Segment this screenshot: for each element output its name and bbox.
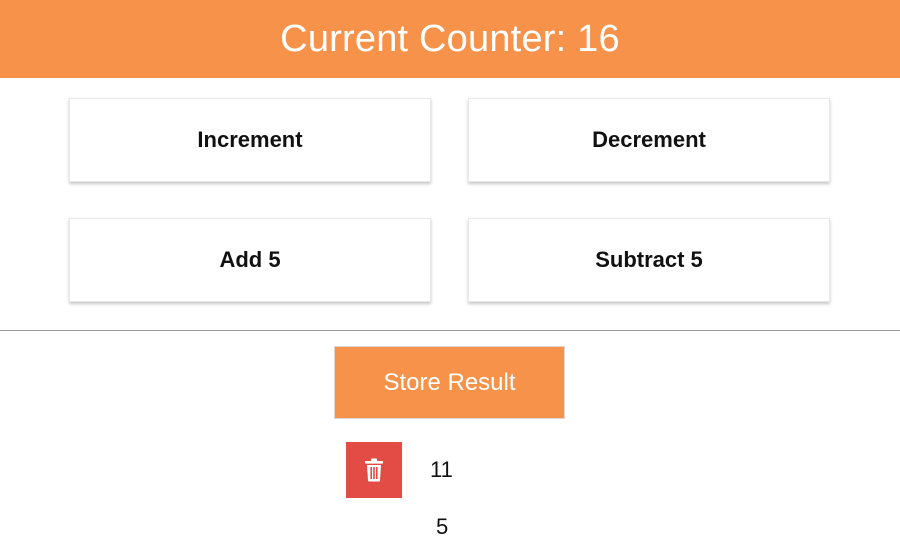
subtract-5-button[interactable]: Subtract 5 [468, 218, 830, 302]
counter-header: Current Counter: 16 [0, 0, 900, 78]
result-item: 5 [0, 499, 900, 555]
increment-button[interactable]: Increment [69, 98, 431, 182]
result-value: 11 [430, 457, 453, 482]
add-5-button[interactable]: Add 5 [69, 218, 431, 302]
result-item: 11 [0, 442, 900, 498]
store-result-button[interactable]: Store Result [334, 346, 565, 419]
result-value: 5 [436, 514, 449, 539]
counter-title: Current Counter: 16 [280, 17, 620, 60]
trash-icon [365, 458, 383, 482]
divider [0, 330, 900, 331]
delete-result-button[interactable] [346, 442, 402, 498]
decrement-button[interactable]: Decrement [468, 98, 830, 182]
